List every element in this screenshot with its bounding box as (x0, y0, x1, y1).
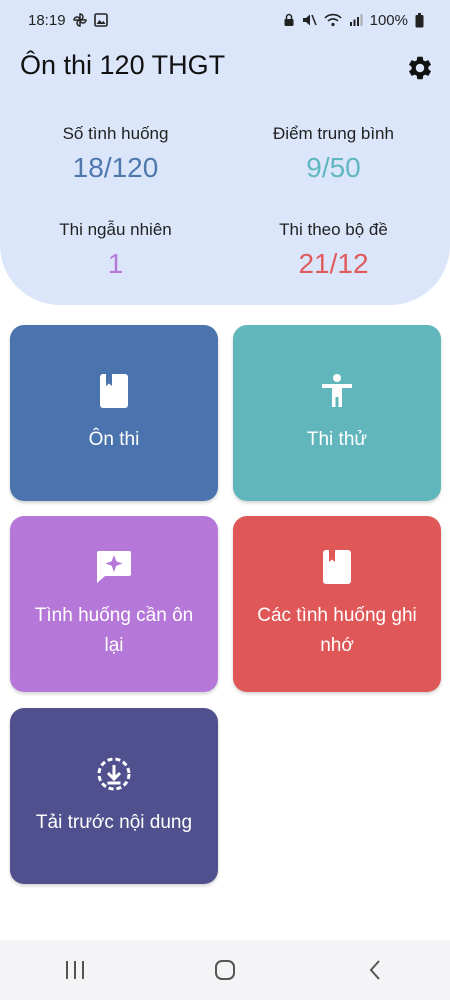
app-title: Ôn thi 120 THGT (20, 50, 226, 80)
system-nav-bar (0, 940, 450, 1000)
tile-practice-exam[interactable]: Thi thử (233, 325, 441, 501)
recent-apps-icon (66, 961, 84, 979)
back-button[interactable] (345, 950, 405, 990)
tile-review-situations[interactable]: Tình huống cần ôn lại (10, 516, 218, 692)
mute-icon (302, 13, 317, 27)
stat-label: Số tình huống (62, 124, 169, 143)
person-icon (317, 371, 357, 411)
image-icon (93, 13, 108, 27)
battery-icon (415, 12, 424, 28)
home-button[interactable] (195, 950, 255, 990)
tile-label: Tình huống cần ôn lại (34, 605, 194, 656)
stat-label: Thi ngẫu nhiên (59, 220, 172, 239)
tile-remembered-situations[interactable]: Các tình huống ghi nhớ (233, 516, 441, 692)
sparkle-chat-icon (94, 547, 134, 587)
tile-label: Tải trước nội dung (35, 812, 193, 833)
tile-study[interactable]: Ôn thi (10, 325, 218, 501)
battery-text: 100% (369, 11, 408, 29)
signal-icon (349, 13, 363, 27)
stat-value: 21/12 (298, 248, 369, 279)
wifi-icon (324, 13, 342, 27)
gear-icon (409, 56, 431, 80)
stat-situations: Số tình huống 18/120 (3, 124, 228, 184)
stat-value: 9/50 (306, 152, 361, 183)
stat-label: Điểm trung bình (273, 124, 394, 143)
stat-exam-set: Thi theo bộ đề 21/12 (221, 220, 446, 280)
home-icon (215, 960, 235, 980)
stat-random-exam: Thi ngẫu nhiên 1 (3, 220, 228, 280)
status-right: 100% (283, 12, 424, 29)
status-time: 18:19 (28, 11, 66, 29)
status-bar: 18:19 100% (0, 0, 450, 40)
status-left: 18:19 (28, 12, 108, 29)
settings-button[interactable] (404, 52, 436, 84)
tile-preload-content[interactable]: Tải trước nội dung (10, 708, 218, 884)
tile-label: Thi thử (306, 429, 368, 450)
book-icon (94, 371, 134, 411)
stat-average-score: Điểm trung bình 9/50 (221, 124, 446, 184)
download-circle-icon (94, 754, 134, 794)
stat-value: 18/120 (72, 152, 159, 183)
tile-label: Ôn thi (88, 429, 140, 450)
bookmark-book-icon (317, 547, 357, 587)
back-icon (369, 960, 380, 980)
tile-label: Các tình huống ghi nhớ (257, 605, 417, 656)
stat-label: Thi theo bộ đề (279, 220, 388, 239)
recent-apps-button[interactable] (45, 950, 105, 990)
pinwheel-icon (72, 13, 87, 27)
stat-value: 1 (107, 248, 124, 279)
lock-icon (283, 13, 295, 27)
